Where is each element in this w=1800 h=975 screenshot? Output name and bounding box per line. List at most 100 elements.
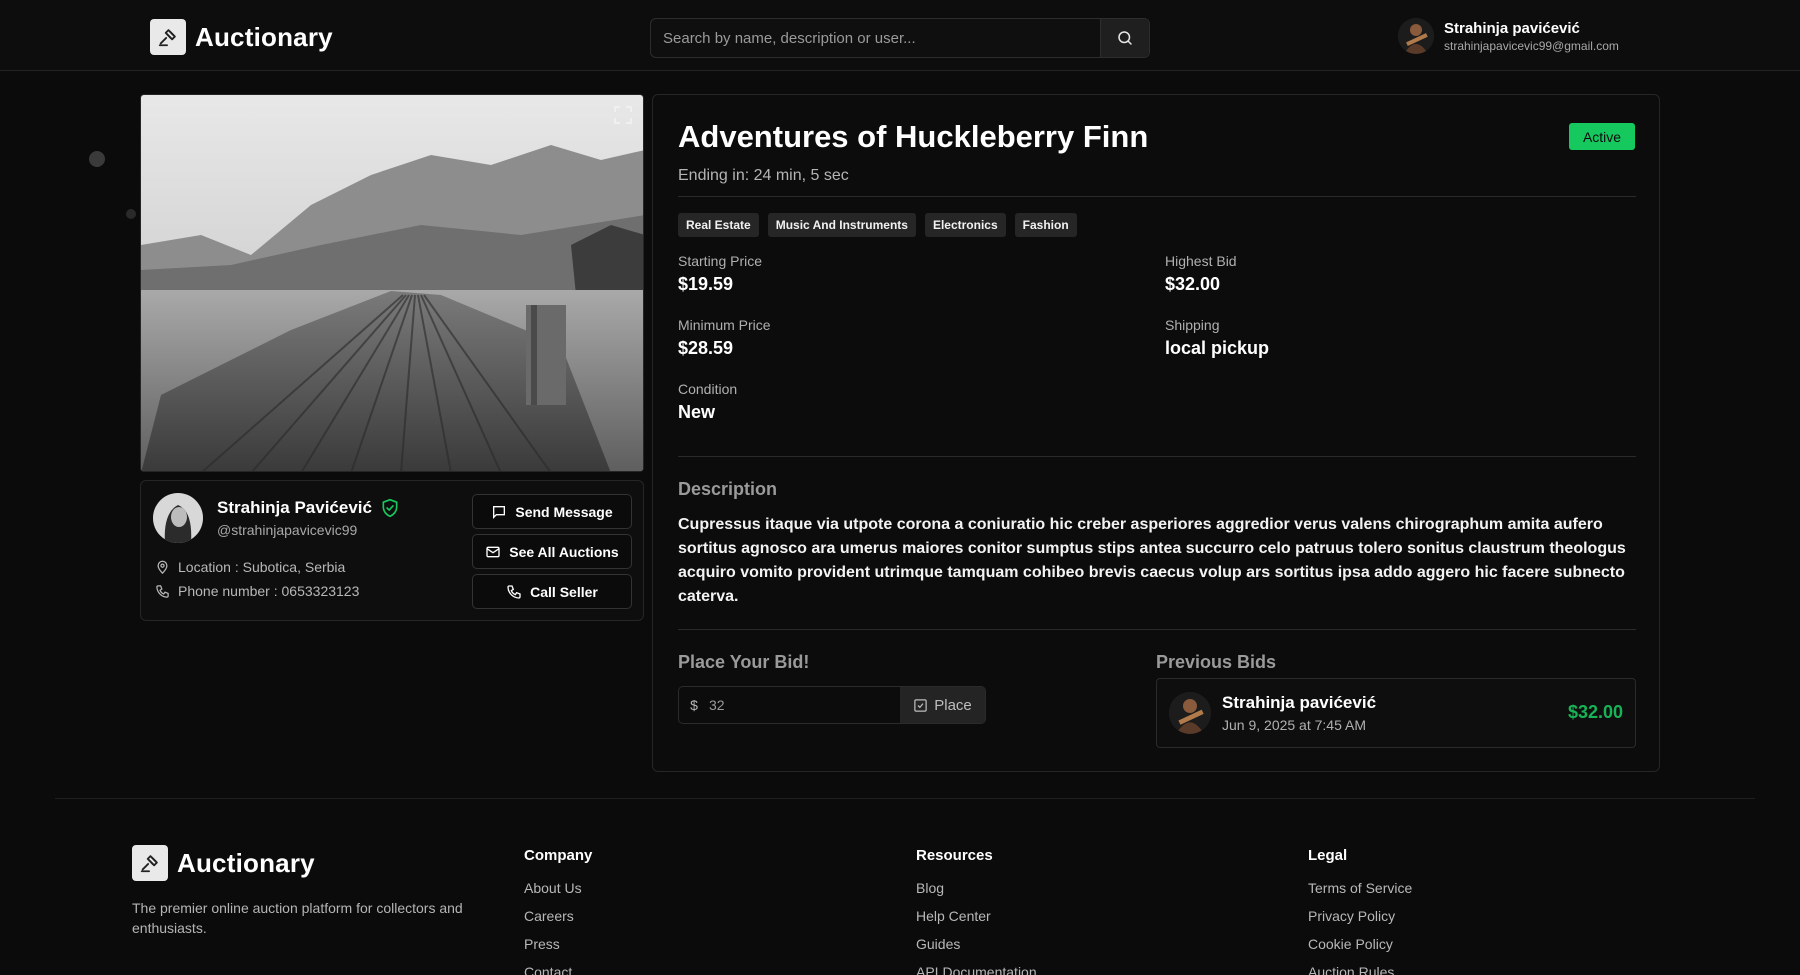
mail-icon [486,546,500,557]
avatar [1398,18,1434,54]
seller-card: Strahinja Pavićević @strahinjapavicevic9… [140,480,644,621]
message-icon [493,505,506,519]
bid-amount-input[interactable] [709,687,900,723]
divider [678,196,1636,197]
top-header: Auctionary Strahinja pavićević strahinja… [0,0,1800,71]
status-badge: Active [1569,123,1635,150]
footer-tagline: The premier online auction platform for … [132,900,463,936]
see-all-auctions-button[interactable]: See All Auctions [472,534,632,569]
category-tag[interactable]: Music And Instruments [767,213,916,237]
footer-link[interactable]: Press [524,934,592,962]
shipping-label: Shipping [1165,317,1220,333]
search-input[interactable] [651,19,1100,57]
see-all-auctions-label: See All Auctions [509,543,619,560]
footer-link[interactable]: Auction Rules [1308,962,1412,975]
previous-bids-title: Previous Bids [1156,652,1277,672]
seller-location-text: Location : Subotica, Serbia [178,559,346,575]
footer-company: Company About Us Careers Press Contact [524,847,592,975]
footer-link[interactable]: Help Center [916,906,1037,934]
footer-brand-name: Auctionary [177,847,315,878]
gavel-icon [132,845,168,881]
seller-name-label: Strahinja Pavićević [217,498,372,517]
highest-bid-label: Highest Bid [1165,253,1237,269]
condition-value: New [678,402,716,422]
send-message-label: Send Message [515,503,613,520]
place-bid-button[interactable]: Place [900,687,985,723]
avatar [153,493,203,543]
seller-handle: @strahinjapavicevic99 [217,522,358,538]
item-photo [141,95,643,471]
footer-company-title: Company [524,847,593,864]
category-tag[interactable]: Electronics [924,213,1006,237]
phone-icon [507,584,521,599]
search-button[interactable] [1100,19,1149,57]
condition-field: Condition New [678,381,737,423]
starting-price-value: $19.59 [678,274,734,294]
footer-link[interactable]: Terms of Service [1308,878,1412,906]
condition-label: Condition [678,381,738,397]
bid-form: $ Place [678,686,986,724]
ending-countdown: Ending in: 24 min, 5 sec [678,167,849,184]
item-image[interactable] [140,94,644,472]
decorative-dot [126,209,136,219]
footer-legal: Legal Terms of Service Privacy Policy Co… [1308,847,1412,975]
footer-divider [55,798,1755,799]
gavel-icon [150,19,186,55]
search-icon [1118,31,1132,45]
highest-bid-value: $32.00 [1165,274,1221,294]
category-tag[interactable]: Real Estate [678,213,759,237]
user-email: strahinjapavicevic99@gmail.com [1444,38,1619,53]
verified-shield-icon [382,498,398,518]
footer-resources: Resources Blog Help Center Guides API Do… [916,847,1037,975]
call-seller-button[interactable]: Call Seller [472,574,632,609]
search-bar [650,18,1150,58]
seller-name: Strahinja Pavićević [217,498,400,518]
divider [678,456,1636,457]
footer-legal-title: Legal [1308,847,1348,864]
brand-name: Auctionary [195,21,333,52]
page-title: Adventures of Huckleberry Finn [678,119,1149,154]
minimum-price-field: Minimum Price $28.59 [678,317,771,359]
brand-logo-link[interactable]: Auctionary [150,19,333,55]
footer-link[interactable]: Careers [524,906,592,934]
shipping-value: local pickup [1165,338,1270,358]
starting-price-label: Starting Price [678,253,763,269]
footer-link[interactable]: Blog [916,878,1037,906]
seller-location: Location : Subotica, Serbia [155,559,345,575]
previous-bid-item: Strahinja pavićević Jun 9, 2025 at 7:45 … [1156,678,1636,748]
seller-phone-text: Phone number : 0653323123 [178,583,360,599]
send-message-button[interactable]: Send Message [472,494,632,529]
currency-symbol: $ [690,697,698,713]
expand-icon[interactable] [611,103,635,132]
checkbox-icon [914,698,927,712]
footer-link[interactable]: About Us [524,878,592,906]
place-bid-label: Place [934,696,972,714]
user-menu[interactable]: Strahinja pavićević strahinjapavicevic99… [1398,18,1619,54]
avatar [1169,692,1211,734]
category-tags: Real Estate Music And Instruments Electr… [678,213,1077,237]
footer-resources-title: Resources [916,847,993,864]
minimum-price-value: $28.59 [678,338,734,358]
bid-date: Jun 9, 2025 at 7:45 AM [1222,717,1366,733]
footer-link[interactable]: Contact [524,962,592,975]
decorative-dot [89,151,105,167]
footer-link[interactable]: Cookie Policy [1308,934,1412,962]
bid-amount: $32.00 [1567,702,1623,722]
category-tag[interactable]: Fashion [1014,213,1077,237]
footer-link[interactable]: API Documentation [916,962,1037,975]
bidder-name: Strahinja pavićević [1222,693,1377,712]
location-pin-icon [157,560,168,574]
footer-link[interactable]: Privacy Policy [1308,906,1412,934]
footer-brand[interactable]: Auctionary [132,845,315,881]
user-name: Strahinja pavićević [1444,19,1580,37]
minimum-price-label: Minimum Price [678,317,771,333]
footer-link[interactable]: Guides [916,934,1037,962]
divider [678,629,1636,630]
starting-price-field: Starting Price $19.59 [678,253,762,295]
place-bid-title: Place Your Bid! [678,652,810,672]
description-title: Description [678,479,778,499]
phone-icon [156,584,169,598]
call-seller-label: Call Seller [530,583,598,600]
highest-bid-field: Highest Bid $32.00 [1165,253,1237,295]
description-text: Cupressus itaque via utpote corona a con… [678,516,1626,605]
